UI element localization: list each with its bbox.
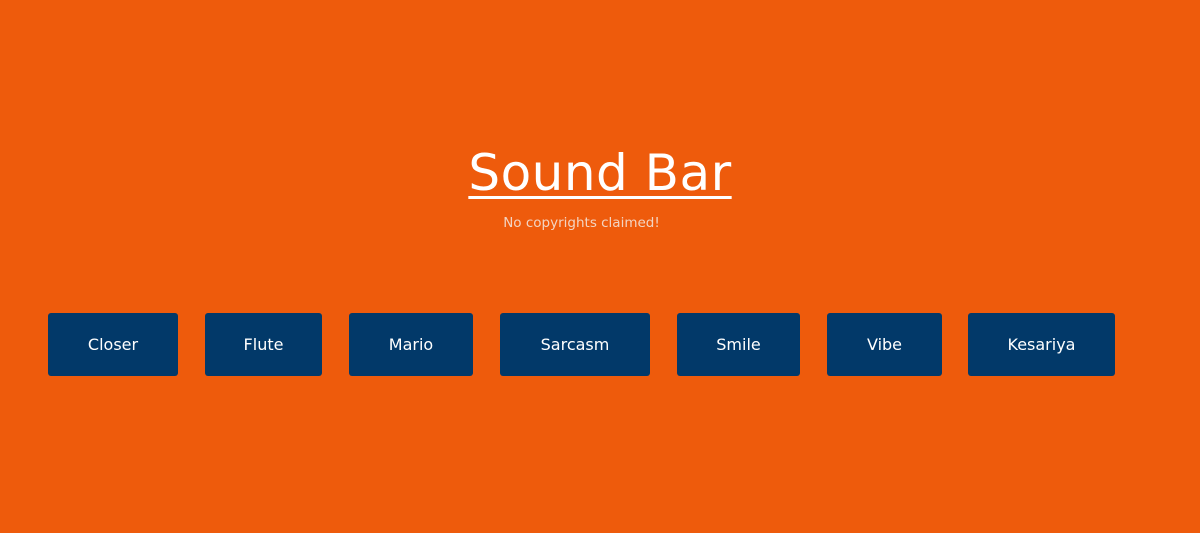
sound-button-sarcasm[interactable]: Sarcasm [500,313,650,376]
sound-button-vibe[interactable]: Vibe [827,313,942,376]
sound-button-smile[interactable]: Smile [677,313,800,376]
sound-button-row: Closer Flute Mario Sarcasm Smile Vibe Ke… [48,313,1148,376]
sound-button-closer[interactable]: Closer [48,313,178,376]
page-title: Sound Bar [468,144,732,202]
page-subtitle: No copyrights claimed! [503,215,660,231]
sound-button-kesariya[interactable]: Kesariya [968,313,1115,376]
sound-button-mario[interactable]: Mario [349,313,473,376]
sound-button-flute[interactable]: Flute [205,313,322,376]
